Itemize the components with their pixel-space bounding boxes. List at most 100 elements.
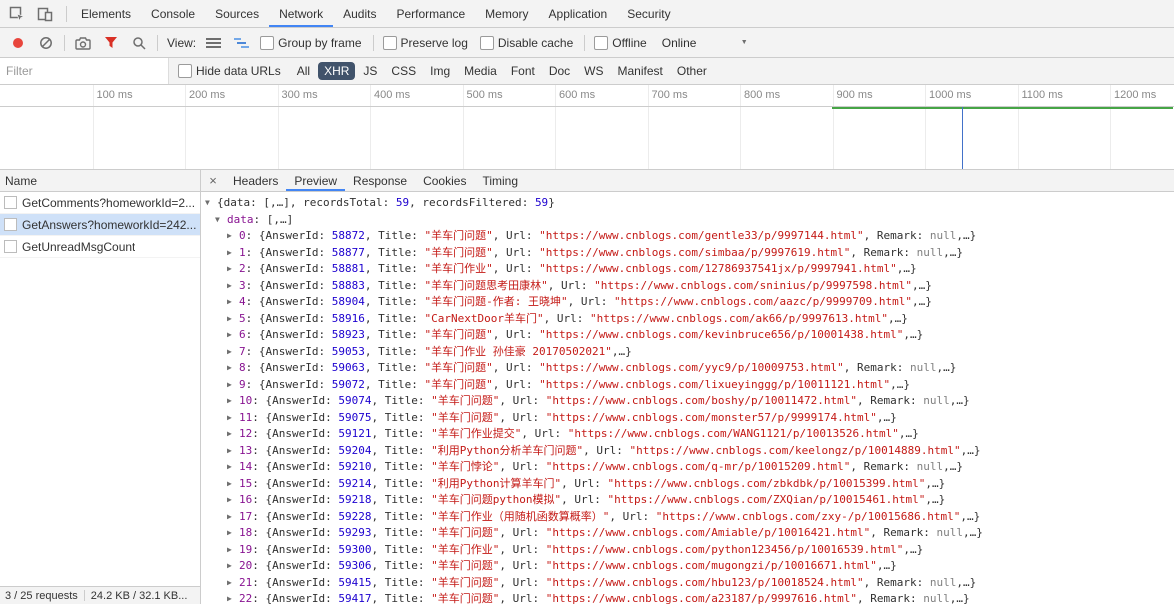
preview-array-entry[interactable]: ▶ 20: {AnswerId: 59306, Title: "羊车门问题", U… [201, 558, 1174, 575]
request-row[interactable]: GetUnreadMsgCount [0, 236, 200, 258]
tab-elements[interactable]: Elements [71, 0, 141, 27]
filter-toggle-button[interactable] [98, 31, 124, 54]
preview-array-entry[interactable]: ▶ 6: {AnswerId: 58923, Title: "羊车门问题", Ur… [201, 327, 1174, 344]
preview-array-entry[interactable]: ▶ 0: {AnswerId: 58872, Title: "羊车门问题", Ur… [201, 228, 1174, 245]
detail-tab-headers[interactable]: Headers [225, 170, 286, 191]
detail-tab-preview[interactable]: Preview [286, 170, 345, 191]
filter-img[interactable]: Img [424, 62, 456, 80]
preview-array-entry[interactable]: ▶ 13: {AnswerId: 59204, Title: "利用Python分… [201, 443, 1174, 460]
triangle-collapsed-icon[interactable]: ▶ [227, 542, 239, 559]
name-header-label: Name [5, 173, 38, 188]
triangle-collapsed-icon[interactable]: ▶ [227, 410, 239, 427]
triangle-collapsed-icon[interactable]: ▶ [227, 459, 239, 476]
preview-array-entry[interactable]: ▶ 3: {AnswerId: 58883, Title: "羊车门问题思考田康林… [201, 278, 1174, 295]
clear-button[interactable] [33, 31, 59, 54]
filter-manifest[interactable]: Manifest [612, 62, 669, 80]
preview-array-entry[interactable]: ▶ 12: {AnswerId: 59121, Title: "羊车门作业提交",… [201, 426, 1174, 443]
preview-array-entry[interactable]: ▶ 17: {AnswerId: 59228, Title: "羊车门作业（用随机… [201, 509, 1174, 526]
tab-memory[interactable]: Memory [475, 0, 538, 27]
preview-array-entry[interactable]: ▶ 11: {AnswerId: 59075, Title: "羊车门问题", U… [201, 410, 1174, 427]
tab-network[interactable]: Network [269, 0, 333, 27]
preview-array-entry[interactable]: ▶ 16: {AnswerId: 59218, Title: "羊车门问题pyth… [201, 492, 1174, 509]
checkbox-label: Disable cache [497, 35, 574, 50]
filter-all[interactable]: All [291, 62, 316, 80]
tab-security[interactable]: Security [617, 0, 680, 27]
inspect-element-button[interactable] [4, 2, 30, 25]
filter-xhr[interactable]: XHR [318, 62, 356, 80]
preview-array-entry[interactable]: ▶ 14: {AnswerId: 59210, Title: "羊车门悖论", U… [201, 459, 1174, 476]
preview-array-entry[interactable]: ▶ 10: {AnswerId: 59074, Title: "羊车门问题", U… [201, 393, 1174, 410]
triangle-collapsed-icon[interactable]: ▶ [227, 278, 239, 295]
triangle-collapsed-icon[interactable]: ▶ [227, 591, 239, 604]
triangle-collapsed-icon[interactable]: ▶ [227, 228, 239, 245]
preview-array-entry[interactable]: ▶ 5: {AnswerId: 58916, Title: "CarNextDoo… [201, 311, 1174, 328]
triangle-collapsed-icon[interactable]: ▶ [227, 426, 239, 443]
tab-performance[interactable]: Performance [386, 0, 475, 27]
device-toolbar-button[interactable] [32, 2, 58, 25]
preview-array-entry[interactable]: ▶ 22: {AnswerId: 59417, Title: "羊车门问题", U… [201, 591, 1174, 604]
offline-checkbox[interactable]: Offline [594, 35, 647, 50]
preserve-log-checkbox[interactable]: Preserve log [382, 35, 468, 50]
preview-array-entry[interactable]: ▶ 18: {AnswerId: 59293, Title: "羊车门问题", U… [201, 525, 1174, 542]
request-row[interactable]: GetAnswers?homeworkId=242... [0, 214, 200, 236]
throttling-select[interactable]: Online ▼ [658, 36, 752, 50]
triangle-collapsed-icon[interactable]: ▶ [227, 245, 239, 262]
preview-array-entry[interactable]: ▶ 15: {AnswerId: 59214, Title: "利用Python计… [201, 476, 1174, 493]
preview-array-entry[interactable]: ▶ 19: {AnswerId: 59300, Title: "羊车门作业", U… [201, 542, 1174, 559]
triangle-collapsed-icon[interactable]: ▶ [227, 476, 239, 493]
tab-sources[interactable]: Sources [205, 0, 269, 27]
triangle-collapsed-icon[interactable]: ▶ [227, 575, 239, 592]
triangle-expanded-icon[interactable]: ▼ [215, 212, 227, 229]
filter-ws[interactable]: WS [578, 62, 609, 80]
filter-font[interactable]: Font [505, 62, 541, 80]
disable-cache-checkbox[interactable]: Disable cache [479, 35, 574, 50]
triangle-expanded-icon[interactable]: ▼ [205, 195, 217, 212]
preview-array-entry[interactable]: ▶ 4: {AnswerId: 58904, Title: "羊车门问题-作者: … [201, 294, 1174, 311]
preview-array-entry[interactable]: ▶ 7: {AnswerId: 59053, Title: "羊车门作业 孙佳豪 … [201, 344, 1174, 361]
preview-array-entry[interactable]: ▶ 21: {AnswerId: 59415, Title: "羊车门问题", U… [201, 575, 1174, 592]
triangle-collapsed-icon[interactable]: ▶ [227, 261, 239, 278]
filter-doc[interactable]: Doc [543, 62, 576, 80]
request-list: GetComments?homeworkId=2... GetAnswers?ho… [0, 192, 200, 586]
triangle-collapsed-icon[interactable]: ▶ [227, 327, 239, 344]
tab-audits[interactable]: Audits [333, 0, 386, 27]
triangle-collapsed-icon[interactable]: ▶ [227, 344, 239, 361]
triangle-collapsed-icon[interactable]: ▶ [227, 311, 239, 328]
detail-tab-timing[interactable]: Timing [474, 170, 526, 191]
preview-array-entry[interactable]: ▶ 2: {AnswerId: 58881, Title: "羊车门作业", Ur… [201, 261, 1174, 278]
screenshot-button[interactable] [70, 31, 96, 54]
triangle-collapsed-icon[interactable]: ▶ [227, 492, 239, 509]
triangle-collapsed-icon[interactable]: ▶ [227, 393, 239, 410]
group-by-frame-checkbox[interactable]: Group by frame [260, 35, 362, 50]
triangle-collapsed-icon[interactable]: ▶ [227, 377, 239, 394]
preview-array-entry[interactable]: ▶ 9: {AnswerId: 59072, Title: "羊车门问题", Ur… [201, 377, 1174, 394]
hide-data-urls-checkbox[interactable]: Hide data URLs [178, 64, 281, 78]
request-row[interactable]: GetComments?homeworkId=2... [0, 192, 200, 214]
preview-array-entry[interactable]: ▶ 8: {AnswerId: 59063, Title: "羊车门问题", Ur… [201, 360, 1174, 377]
filter-other[interactable]: Other [671, 62, 713, 80]
record-button[interactable] [5, 31, 31, 54]
detail-tab-cookies[interactable]: Cookies [415, 170, 474, 191]
triangle-collapsed-icon[interactable]: ▶ [227, 443, 239, 460]
triangle-collapsed-icon[interactable]: ▶ [227, 558, 239, 575]
preview-data-row[interactable]: ▼ data: [,…] [201, 212, 1174, 229]
overview-toggle[interactable] [228, 31, 254, 54]
filter-media[interactable]: Media [458, 62, 503, 80]
search-button[interactable] [126, 31, 152, 54]
filter-js[interactable]: JS [357, 62, 383, 80]
tab-application[interactable]: Application [539, 0, 618, 27]
triangle-collapsed-icon[interactable]: ▶ [227, 525, 239, 542]
triangle-collapsed-icon[interactable]: ▶ [227, 294, 239, 311]
preview-array-entry[interactable]: ▶ 1: {AnswerId: 58877, Title: "羊车门问题", Ur… [201, 245, 1174, 262]
large-rows-toggle[interactable] [200, 31, 226, 54]
preview-root-row[interactable]: ▼ {data: [,…], recordsTotal: 59, recordsF… [201, 195, 1174, 212]
filter-input[interactable] [0, 64, 168, 78]
detail-tab-response[interactable]: Response [345, 170, 415, 191]
close-icon[interactable]: × [201, 170, 225, 191]
triangle-collapsed-icon[interactable]: ▶ [227, 360, 239, 377]
tab-console[interactable]: Console [141, 0, 205, 27]
waterfall-overview[interactable] [0, 107, 1174, 170]
filter-css[interactable]: CSS [385, 62, 422, 80]
triangle-collapsed-icon[interactable]: ▶ [227, 509, 239, 526]
name-column-header[interactable]: Name [0, 170, 200, 192]
